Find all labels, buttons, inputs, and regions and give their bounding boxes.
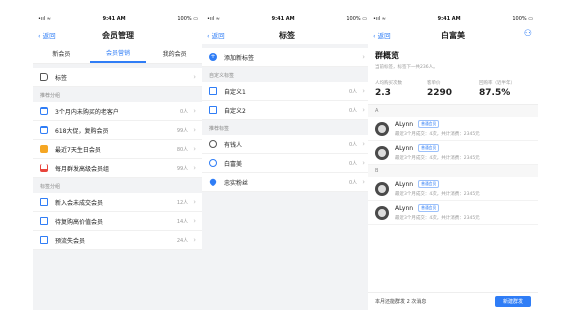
footer-text: 本月还能群发 2 次消息 (375, 299, 427, 305)
group-subtitle: 当前标签，标签下一共236人。 (375, 65, 438, 70)
stat-item: 人均购买次数 2.3 (375, 81, 402, 98)
calendar-icon (40, 126, 48, 134)
stat-item: 回购率（近半年） 87.5% (479, 81, 515, 98)
member-row[interactable]: ALynn 普通会员 最近3个月成交：4次，共计消费：2345元 (368, 117, 538, 141)
member-badge: 普通会员 (418, 144, 440, 152)
chevron-right-icon: › (193, 145, 196, 153)
avatar (375, 121, 389, 136)
back-button[interactable]: ‹ 返回 (373, 30, 391, 40)
edit-icon (40, 198, 48, 206)
chevron-right-icon: › (193, 73, 196, 81)
list-item[interactable]: 自定义1 0人 › (202, 82, 372, 101)
user-settings-icon[interactable]: ⚇ (524, 29, 532, 39)
chevron-right-icon: › (193, 126, 196, 134)
section-letter: B (368, 165, 538, 177)
list-item[interactable]: 忠实粉丝 0人 › (202, 173, 372, 192)
list-item[interactable]: 最近7天生日会员 80人 › (33, 140, 203, 159)
section-label: 自定义标签 (209, 73, 235, 79)
chevron-right-icon: › (362, 53, 365, 61)
plus-icon: + (209, 53, 217, 61)
chevron-right-icon: › (362, 159, 365, 167)
signal-icon: •ııl ≈ (38, 16, 51, 22)
chevron-right-icon: › (362, 178, 365, 186)
user-icon (209, 159, 217, 167)
edit-icon (209, 106, 217, 114)
calendar-icon (40, 107, 48, 115)
edit-icon (40, 217, 48, 225)
list-item[interactable]: 3个月内未购买的老客户 0人 › (33, 102, 203, 121)
section-label: 标签分组 (40, 184, 61, 190)
member-row[interactable]: ALynn 普通会员 最近3个月成交：4次，共计消费：2345元 (368, 177, 538, 201)
member-badge: 普通会员 (418, 180, 440, 188)
member-row[interactable]: ALynn 普通会员 最近3个月成交：4次，共计消费：2345元 (368, 201, 538, 225)
avatar (375, 205, 389, 220)
battery-icon: 100% ▭ (512, 16, 533, 22)
chevron-right-icon: › (193, 217, 196, 225)
group-title: 群概览 (375, 51, 399, 60)
battery-icon: 100% ▭ (177, 16, 198, 22)
chevron-right-icon: › (193, 198, 196, 206)
tab-member-marketing[interactable]: 会员营销 (89, 44, 147, 63)
list-item[interactable]: 有钱人 0人 › (202, 135, 372, 154)
page-title: 标签 (279, 30, 295, 40)
add-tag-button[interactable]: + 添加新标签 › (202, 48, 372, 67)
member-badge: 普通会员 (418, 120, 440, 128)
list-item[interactable]: 618大促，复购会员 99人 › (33, 121, 203, 140)
member-management-screen: •ııl ≈ 9:41 AM 100% ▭ ‹ 返回 会员管理 新会员 会员营销 我的… (33, 12, 203, 310)
status-bar: •ııl ≈ 9:41 AM 100% ▭ (202, 12, 372, 26)
status-time: 9:41 AM (102, 16, 126, 22)
status-bar: •ııl ≈ 9:41 AM 100% ▭ (33, 12, 203, 26)
footer-bar: 本月还能群发 2 次消息 新建群发 (368, 292, 538, 310)
crown-icon (40, 164, 48, 172)
signal-icon: •ııl ≈ (207, 16, 220, 22)
back-button[interactable]: ‹ 返回 (207, 30, 225, 40)
group-overview: 群概览 当前标签，标签下一共236人。 (368, 44, 538, 72)
money-bag-icon (209, 140, 217, 148)
signal-icon: •ııl ≈ (373, 16, 386, 22)
avatar (375, 181, 389, 196)
tag-row[interactable]: 标签 › (33, 68, 203, 87)
avatar (375, 145, 389, 160)
battery-icon: 100% ▭ (346, 16, 367, 22)
status-time: 9:41 AM (271, 16, 295, 22)
list-item[interactable]: 预流失会员 24人 › (33, 231, 203, 250)
chevron-right-icon: › (193, 107, 196, 115)
member-badge: 普通会员 (418, 204, 440, 212)
page-title: 白富美 (441, 30, 465, 40)
tab-bar: 新会员 会员营销 我的会员 (33, 44, 203, 64)
tab-my-members[interactable]: 我的会员 (146, 44, 203, 63)
tab-new-members[interactable]: 新会员 (33, 44, 90, 63)
section-letter: A (368, 105, 538, 117)
tag-detail-screen: •ııl ≈ 9:41 AM 100% ▭ ‹ 返回 白富美 ⚇ 群概览 当前标签，标签… (368, 12, 538, 310)
stat-item: 客单价 2290 (427, 81, 453, 98)
chevron-right-icon: › (362, 106, 365, 114)
tag-icon (40, 73, 48, 81)
page-title: 会员管理 (102, 30, 134, 40)
section-label: 推荐分组 (40, 93, 61, 99)
edit-icon (40, 236, 48, 244)
list-item[interactable]: 自定义2 0人 › (202, 101, 372, 120)
stats-panel: 人均购买次数 2.3 客单价 2290 回购率（近半年） 87.5% (368, 72, 538, 105)
new-broadcast-button[interactable]: 新建群发 (494, 296, 531, 307)
list-item[interactable]: 待复购高价值会员 14人 › (33, 212, 203, 231)
chevron-right-icon: › (193, 236, 196, 244)
tags-screen: •ııl ≈ 9:41 AM 100% ▭ ‹ 返回 标签 + 添加新标签 › 自定义标签… (202, 12, 372, 310)
list-item[interactable]: 每月群发高级会员组 99人 › (33, 159, 203, 178)
chevron-right-icon: › (362, 140, 365, 148)
section-label: 推荐标签 (209, 126, 230, 132)
chevron-right-icon: › (193, 164, 196, 172)
status-time: 9:41 AM (437, 16, 461, 22)
status-bar: •ııl ≈ 9:41 AM 100% ▭ (368, 12, 538, 26)
nav-bar: ‹ 返回 会员管理 (33, 26, 203, 44)
chevron-right-icon: › (362, 87, 365, 95)
list-item[interactable]: 新入会未成交会员 12人 › (33, 193, 203, 212)
back-button[interactable]: ‹ 返回 (38, 30, 56, 40)
member-row[interactable]: ALynn 普通会员 最近3个月成交：4次，共计消费：2345元 (368, 141, 538, 165)
heart-icon (208, 177, 218, 187)
nav-bar: ‹ 返回 标签 (202, 26, 372, 44)
list-item[interactable]: 白富美 0人 › (202, 154, 372, 173)
nav-bar: ‹ 返回 白富美 ⚇ (368, 26, 538, 44)
cake-icon (40, 145, 48, 153)
edit-icon (209, 87, 217, 95)
